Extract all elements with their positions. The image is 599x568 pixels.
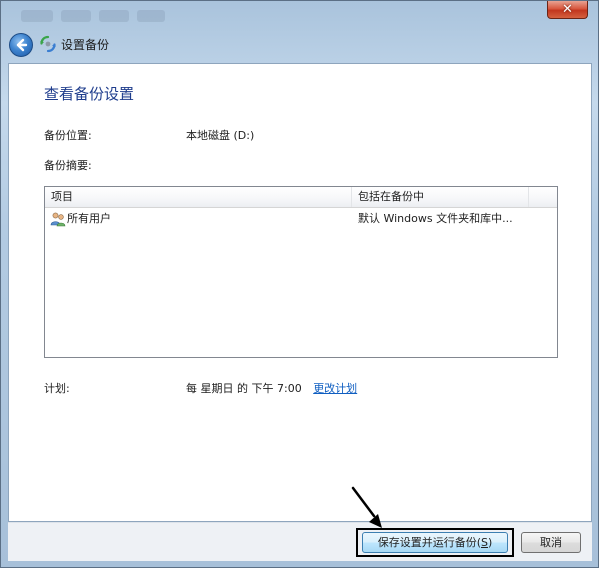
- backup-location-value: 本地磁盘 (D:): [186, 129, 255, 142]
- close-button[interactable]: ✕: [547, 1, 588, 19]
- list-header: 项目 包括在备份中: [45, 187, 557, 208]
- cancel-button[interactable]: 取消: [521, 532, 581, 553]
- back-button[interactable]: [9, 33, 33, 57]
- save-and-run-backup-button[interactable]: 保存设置并运行备份(S): [362, 532, 508, 553]
- background-blob: [137, 10, 165, 22]
- table-row[interactable]: 所有用户 默认 Windows 文件夹和库中...: [45, 210, 557, 228]
- save-button-mnemonic: S: [481, 536, 488, 549]
- row-item-name: 所有用户: [67, 212, 111, 225]
- page-title: 查看备份设置: [44, 85, 135, 103]
- column-header-included[interactable]: 包括在备份中: [352, 187, 529, 207]
- backup-location-label: 备份位置:: [44, 129, 92, 142]
- content-panel: 查看备份设置 备份位置: 本地磁盘 (D:) 备份摘要: 项目 包括在备份中 所…: [8, 63, 592, 522]
- back-arrow-icon: [16, 38, 28, 52]
- column-header-item[interactable]: 项目: [45, 187, 352, 207]
- background-blob: [61, 10, 91, 22]
- row-included-value: 默认 Windows 文件夹和库中...: [358, 212, 513, 225]
- users-icon: [50, 212, 66, 227]
- background-blob: [99, 10, 129, 22]
- schedule-text: 每 星期日 的 下午 7:00: [186, 382, 302, 395]
- backup-summary-list[interactable]: 项目 包括在备份中 所有用户 默认 Windows 文件夹和库中...: [44, 186, 558, 358]
- background-titlebar: [21, 7, 165, 25]
- backup-summary-label: 备份摘要:: [44, 159, 92, 172]
- backup-icon: [40, 35, 56, 53]
- button-bar: 保存设置并运行备份(S) 取消: [8, 522, 592, 561]
- schedule-value: 每 星期日 的 下午 7:00 更改计划: [186, 380, 357, 396]
- backup-wizard-window: ✕ 设置备份 查看备份设置 备份位置: 本地磁盘 (D:) 备份摘要: 项目 包…: [0, 0, 599, 568]
- wizard-title: 设置备份: [61, 38, 110, 52]
- change-schedule-link[interactable]: 更改计划: [313, 382, 357, 395]
- background-blob: [21, 10, 53, 22]
- close-icon: ✕: [562, 2, 573, 17]
- annotation-arrow-icon: [351, 486, 382, 528]
- schedule-label: 计划:: [44, 382, 70, 395]
- save-button-label: 保存设置并运行备份: [377, 536, 477, 549]
